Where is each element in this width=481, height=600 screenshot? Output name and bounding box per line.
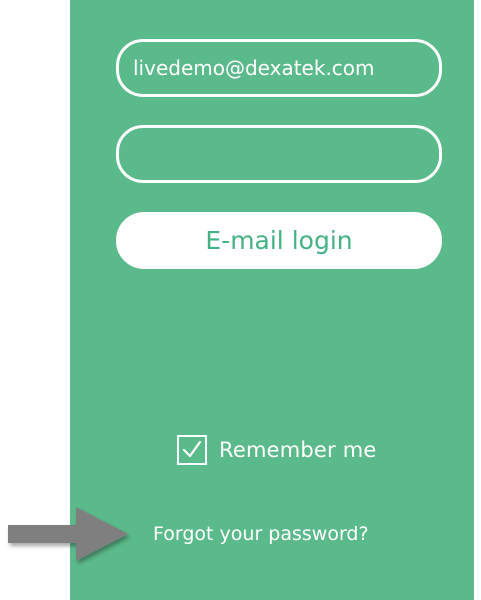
checkmark-icon — [182, 440, 202, 458]
remember-me-label: Remember me — [219, 438, 377, 462]
email-field[interactable] — [116, 39, 442, 97]
remember-me-toggle[interactable]: Remember me — [177, 433, 377, 467]
email-login-button[interactable]: E-mail login — [116, 212, 442, 269]
page: E-mail login Remember me Forgot your pas… — [0, 0, 481, 600]
remember-me-checkbox[interactable] — [177, 435, 207, 465]
forgot-password-link[interactable]: Forgot your password? — [153, 523, 369, 545]
password-field[interactable] — [116, 125, 442, 183]
arrow-right-icon — [8, 507, 128, 561]
